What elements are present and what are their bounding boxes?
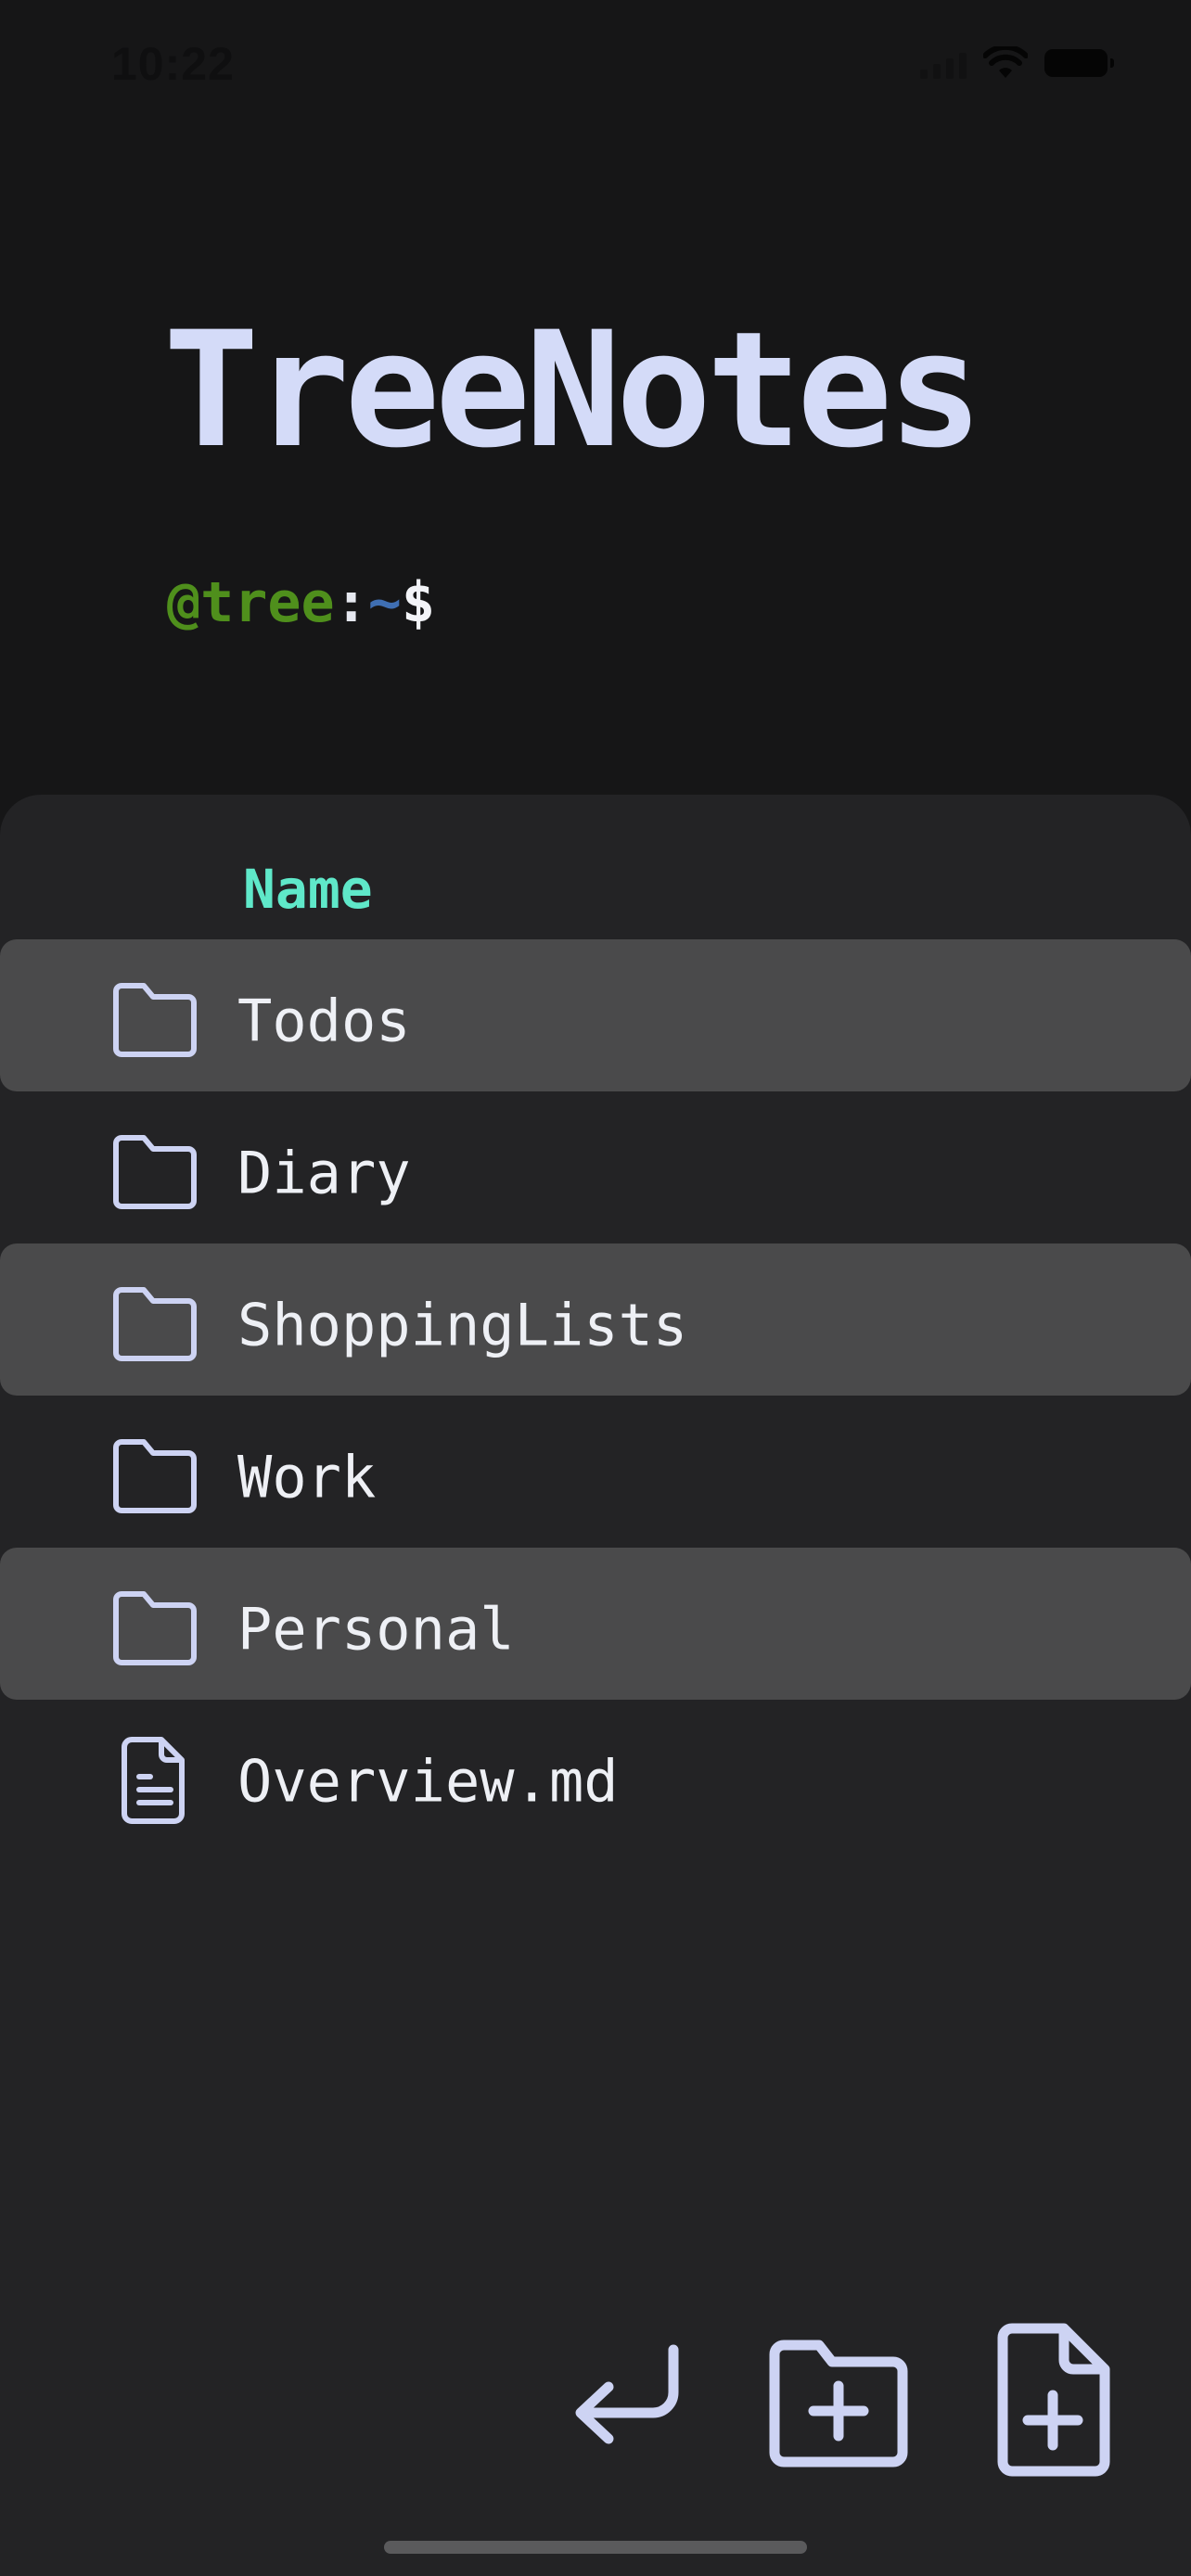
prompt-colon: : — [334, 570, 368, 635]
prompt-path: ~ — [367, 570, 402, 635]
list-item-label: Work — [237, 1443, 377, 1511]
list-item-label: Todos — [237, 987, 411, 1055]
folder-icon — [104, 1587, 206, 1670]
file-plus-icon — [997, 2323, 1110, 2476]
list-item-shoppinglists[interactable]: ShoppingLists — [0, 1243, 1191, 1396]
list-item-label: ShoppingLists — [237, 1291, 688, 1359]
column-header-name[interactable]: Name — [243, 862, 373, 916]
folder-plus-icon — [769, 2340, 908, 2468]
list-item-diary[interactable]: Diary — [0, 1091, 1191, 1243]
bottom-toolbar — [0, 2309, 1191, 2485]
wifi-icon — [983, 46, 1028, 78]
list-item-label: Diary — [237, 1139, 411, 1207]
folder-icon — [104, 978, 206, 1062]
prompt-user: @tree — [167, 570, 335, 635]
list-item-work[interactable]: Work — [0, 1396, 1191, 1548]
file-list: Todos Diary ShoppingLists Work Personal … — [0, 939, 1191, 1852]
return-arrow-icon — [575, 2344, 679, 2444]
new-file-button[interactable] — [983, 2318, 1122, 2480]
status-bar: 10:22 — [0, 0, 1191, 130]
document-icon — [104, 1737, 206, 1824]
list-item-overview[interactable]: Overview.md — [0, 1700, 1191, 1852]
folder-icon — [104, 1282, 206, 1366]
battery-icon — [1044, 49, 1114, 77]
shell-prompt: @tree:~$ — [167, 575, 435, 631]
folder-icon — [104, 1130, 206, 1214]
app-title: TreeNotes — [163, 297, 983, 483]
status-time: 10:22 — [111, 38, 235, 90]
home-indicator[interactable] — [384, 2541, 807, 2554]
cellular-signal-icon — [920, 47, 967, 79]
folder-icon — [104, 1435, 206, 1518]
list-item-label: Overview.md — [237, 1747, 619, 1816]
list-item-todos[interactable]: Todos — [0, 939, 1191, 1091]
list-item-label: Personal — [237, 1595, 515, 1664]
new-folder-button[interactable] — [761, 2327, 918, 2476]
status-indicators — [920, 46, 1114, 80]
back-button[interactable] — [557, 2327, 696, 2467]
prompt-symbol: $ — [401, 570, 435, 635]
list-item-personal[interactable]: Personal — [0, 1548, 1191, 1700]
